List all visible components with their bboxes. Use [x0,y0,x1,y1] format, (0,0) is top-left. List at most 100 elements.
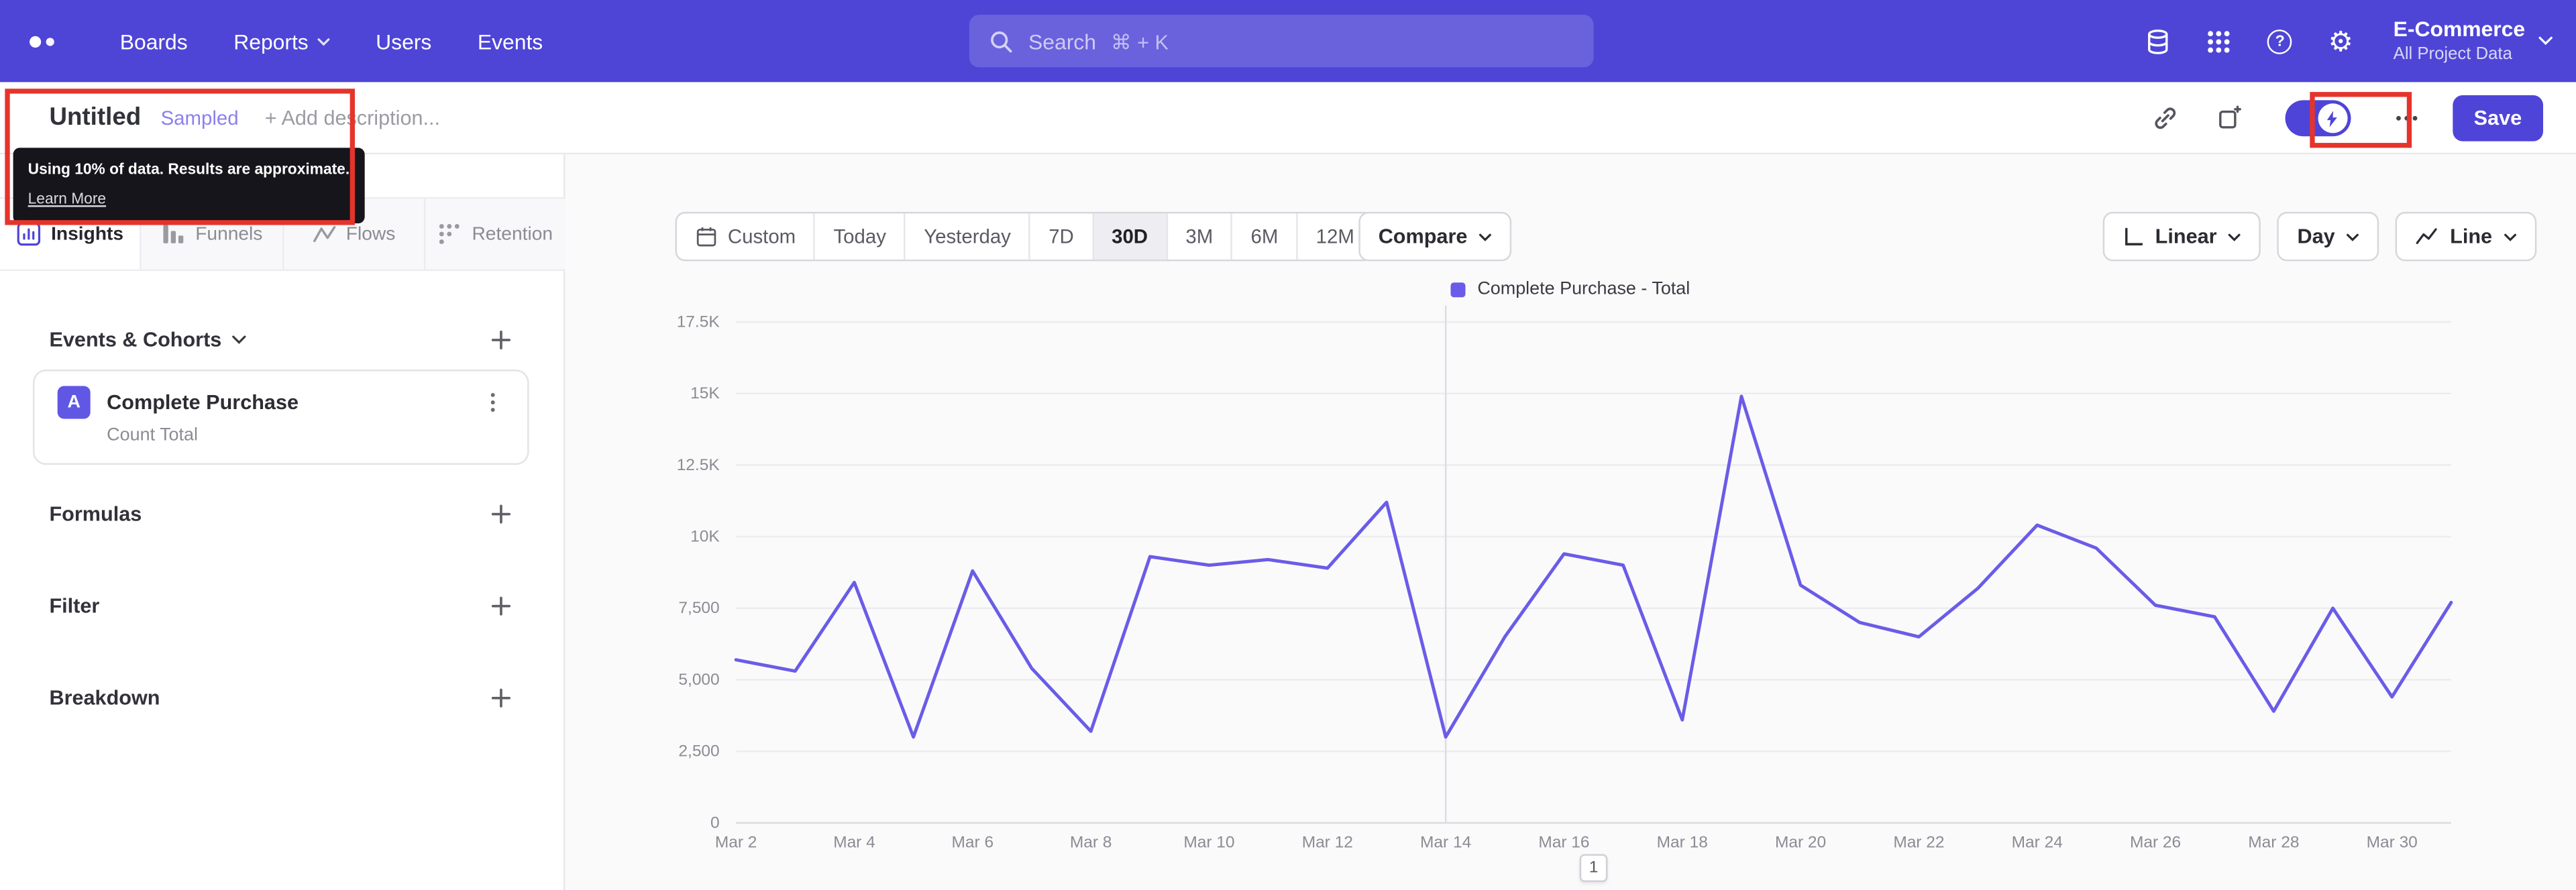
nav-item-reports[interactable]: Reports [211,0,353,82]
scale-dropdown[interactable]: Linear [2102,211,2261,262]
toggle-knob [2318,103,2348,133]
chart-controls: Linear Day Line [2102,211,2537,262]
nav-label: Events [477,28,543,54]
svg-text:Mar 10: Mar 10 [1183,834,1234,852]
add-breakdown-button[interactable] [486,683,516,713]
chevron-down-icon [231,335,246,344]
lightning-bolt-icon [2327,110,2338,127]
event-card-complete-purchase[interactable]: A Complete Purchase Count Total [32,370,529,465]
event-metric[interactable]: Count Total [34,419,527,445]
report-canvas: Custom Today Yesterday 7D 30D 3M 6M 12M … [565,154,2576,890]
settings-gear-icon[interactable]: ⚙ [2322,23,2359,59]
funnels-icon [163,225,184,243]
plus-icon [491,330,511,350]
events-cohorts-label[interactable]: Events & Cohorts [49,329,246,351]
sampling-tooltip: Using 10% of data. Results are approxima… [13,148,365,223]
range-label: 6M [1250,225,1279,248]
linear-axis-icon [2125,227,2143,245]
svg-text:Mar 14: Mar 14 [1420,834,1471,852]
nav-label: Reports [233,28,309,54]
range-label: 30D [1112,225,1148,248]
date-range-picker: Custom Today Yesterday 7D 30D 3M 6M 12M [675,211,1375,262]
svg-text:Mar 20: Mar 20 [1775,834,1826,852]
gear-glyph: ⚙ [2328,25,2353,57]
range-6m[interactable]: 6M [1233,213,1298,260]
primary-nav: Boards Reports Users Events [97,0,566,82]
range-label: Custom [727,225,796,248]
range-7d[interactable]: 7D [1030,213,1094,260]
svg-text:Mar 26: Mar 26 [2130,834,2181,852]
report-title[interactable]: Untitled [49,103,141,131]
tab-label: Retention [472,224,553,244]
tab-retention[interactable]: Retention [425,199,566,270]
range-custom[interactable]: Custom [677,213,816,260]
mixpanel-logo-icon[interactable] [30,35,54,47]
svg-text:Mar 2: Mar 2 [715,834,757,852]
event-name[interactable]: Complete Purchase [107,391,462,414]
add-filter-button[interactable] [486,592,516,621]
report-header: Untitled Sampled + Add description... Sa… [0,82,2576,155]
save-button[interactable]: Save [2452,95,2544,142]
nav-item-events[interactable]: Events [455,0,566,82]
svg-text:17.5K: 17.5K [677,313,720,331]
insights-icon [17,222,41,246]
add-formula-button[interactable] [486,499,516,529]
chevron-down-icon [2229,233,2241,241]
line-chart-svg: 0 2,500 5,000 7,500 10K 12.5K 15K 17.5K Mar 2 Mar… [677,305,2453,852]
project-name: E-Commerce [2393,17,2526,42]
add-event-button[interactable] [486,325,516,355]
svg-text:15K: 15K [690,384,720,402]
svg-text:Mar 4: Mar 4 [833,834,875,852]
logo-dot-icon [30,35,42,47]
plus-icon [491,688,511,708]
formulas-row: Formulas [0,498,565,531]
filter-row: Filter [0,590,565,622]
nav-right-cluster: ? ⚙ E-Commerce All Project Data [2141,0,2553,82]
granularity-dropdown[interactable]: Day [2277,211,2379,262]
database-icon[interactable] [2141,23,2177,59]
add-to-board-icon[interactable] [2211,100,2247,136]
sampling-toggle[interactable] [2285,100,2351,137]
link-icon[interactable] [2147,100,2183,136]
project-switcher[interactable]: E-Commerce All Project Data [2394,17,2553,65]
nav-item-users[interactable]: Users [353,0,455,82]
search-input[interactable]: Search ⌘ + K [969,15,1594,68]
svg-text:Mar 16: Mar 16 [1538,834,1589,852]
legend-swatch [1451,282,1466,297]
tooltip-learn-more-link[interactable]: Learn More [28,190,106,207]
svg-text:Mar 22: Mar 22 [1893,834,1944,852]
chart-legend: Complete Purchase - Total [565,279,2576,299]
range-label: 12M [1316,225,1354,248]
event-menu-icon[interactable] [478,388,508,417]
help-icon[interactable]: ? [2262,23,2298,59]
tab-label: Flows [345,224,396,244]
apps-grid-icon[interactable] [2201,23,2237,59]
legend-label[interactable]: Complete Purchase - Total [1477,279,1690,298]
events-cohorts-text: Events & Cohorts [49,328,222,352]
pagination-page-1[interactable]: 1 [1579,854,1608,883]
flows-icon [313,225,335,243]
chevron-down-icon [317,37,329,46]
logo-dot-icon [46,37,54,46]
range-label: Yesterday [924,225,1011,248]
svg-text:2,500: 2,500 [678,742,719,761]
nav-item-boards[interactable]: Boards [97,0,210,82]
project-subtitle: All Project Data [2393,44,2512,64]
compare-button[interactable]: Compare [1358,211,1512,262]
chevron-down-icon [2538,36,2553,46]
add-description-field[interactable]: + Add description... [265,106,440,129]
line-chart[interactable]: 0 2,500 5,000 7,500 10K 12.5K 15K 17.5K Mar 2 Mar… [598,302,2536,861]
chart-type-dropdown[interactable]: Line [2396,211,2537,262]
range-3m[interactable]: 3M [1167,213,1233,260]
range-30d[interactable]: 30D [1093,213,1168,260]
range-yesterday[interactable]: Yesterday [906,213,1031,260]
range-today[interactable]: Today [816,213,906,260]
sampled-badge[interactable]: Sampled [161,106,239,129]
more-options-icon[interactable] [2388,100,2424,136]
search-placeholder: Search [1028,28,1096,54]
search-shortcut: ⌘ + K [1111,30,1169,54]
retention-icon [439,224,460,244]
scale-label: Linear [2155,225,2217,248]
range-label: 7D [1049,225,1074,248]
chart-type-label: Line [2450,225,2493,248]
